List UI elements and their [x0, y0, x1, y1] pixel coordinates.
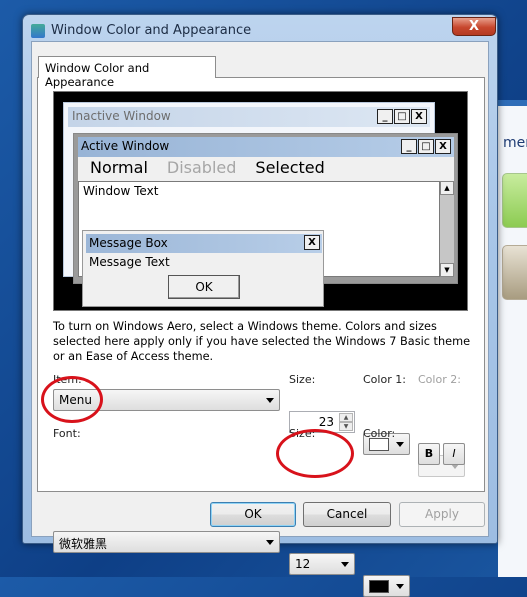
- active-title: Active Window: [81, 139, 170, 153]
- color-swatch: [369, 580, 389, 593]
- background-text: mer: [503, 135, 527, 151]
- window-color-dialog: Window Color and Appearance X Window Col…: [22, 14, 498, 597]
- font-label: Font:: [53, 427, 81, 440]
- menu-disabled[interactable]: Disabled: [167, 158, 237, 180]
- chevron-down-icon: [396, 442, 404, 447]
- close-button[interactable]: X: [452, 17, 496, 36]
- font-color-picker[interactable]: [363, 575, 410, 597]
- preview-scrollbar[interactable]: ▲ ▼: [440, 181, 454, 277]
- chevron-down-icon: [266, 540, 274, 545]
- minimize-icon: _: [377, 109, 393, 124]
- message-box-title: Message Box: [89, 236, 168, 250]
- close-icon: X: [304, 235, 320, 250]
- annotation-circle-size: [276, 429, 354, 478]
- font-color-label: Color:: [363, 427, 396, 440]
- info-text: To turn on Windows Aero, select a Window…: [53, 320, 471, 363]
- preview-ok-button[interactable]: OK: [168, 275, 240, 299]
- close-icon: X: [411, 109, 427, 124]
- chevron-down-icon: [266, 398, 274, 403]
- font-dropdown[interactable]: 微软雅黑: [53, 531, 280, 553]
- close-icon: X: [435, 139, 451, 154]
- message-box-title-bar[interactable]: Message Box X: [86, 234, 322, 253]
- scroll-up-icon[interactable]: ▲: [440, 181, 454, 195]
- spin-down-icon[interactable]: ▼: [339, 422, 353, 431]
- chevron-down-icon: [341, 562, 349, 567]
- dialog-title: Window Color and Appearance: [51, 23, 252, 38]
- apply-button[interactable]: Apply: [399, 502, 485, 527]
- font-size-value: 12: [295, 557, 311, 571]
- background-tan-button: [502, 245, 527, 300]
- preview-area[interactable]: Inactive Window _ □ X Active Window _ □ X No…: [53, 91, 468, 311]
- background-green-button: [502, 173, 527, 228]
- color2-label: Color 2:: [418, 373, 461, 386]
- cancel-button[interactable]: Cancel: [303, 502, 391, 527]
- color1-label: Color 1:: [363, 373, 406, 386]
- menu-selected[interactable]: Selected: [255, 158, 324, 180]
- annotation-circle-item: [41, 376, 103, 423]
- tab-window-color[interactable]: Window Color and Appearance: [38, 56, 216, 89]
- inactive-title: Inactive Window: [72, 109, 171, 123]
- spin-up-icon[interactable]: ▲: [339, 413, 353, 422]
- dialog-client: Window Color and Appearance Inactive Win…: [31, 41, 489, 597]
- active-title-bar[interactable]: Active Window _ □ X: [78, 137, 454, 157]
- preview-menu-bar[interactable]: Normal Disabled Selected: [78, 157, 454, 181]
- chevron-down-icon: [396, 584, 404, 589]
- message-box-preview[interactable]: Message Box X Message Text OK: [82, 230, 324, 307]
- tab-panel: Inactive Window _ □ X Active Window _ □ X No…: [37, 77, 485, 597]
- minimize-icon: _: [401, 139, 417, 154]
- background-window: [498, 100, 527, 577]
- italic-button[interactable]: I: [443, 443, 465, 465]
- maximize-icon: □: [394, 109, 410, 124]
- message-text[interactable]: Message Text: [89, 255, 170, 269]
- inactive-title-bar[interactable]: Inactive Window _ □ X: [68, 107, 430, 127]
- item-size-value: 23: [318, 415, 334, 429]
- item-size-label: Size:: [289, 373, 316, 386]
- bold-button[interactable]: B: [418, 443, 440, 465]
- maximize-icon: □: [418, 139, 434, 154]
- size-spinner[interactable]: ▲ ▼: [339, 413, 353, 431]
- font-value: 微软雅黑: [59, 537, 108, 551]
- ok-button[interactable]: OK: [210, 502, 296, 527]
- monitor-icon: [31, 24, 45, 38]
- menu-normal[interactable]: Normal: [90, 158, 148, 180]
- font-size-dropdown[interactable]: 12: [289, 553, 355, 575]
- scroll-down-icon[interactable]: ▼: [440, 263, 454, 277]
